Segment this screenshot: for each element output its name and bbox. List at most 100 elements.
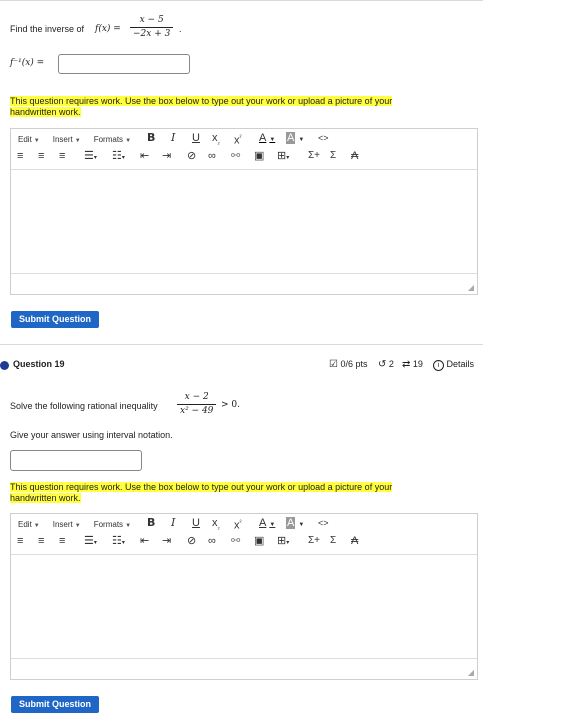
chevron-down-icon: ▼ [125, 522, 132, 529]
q19-work-notice-text: This question requires work. Use the box… [10, 482, 393, 503]
align-left-icon[interactable]: ≡ [17, 534, 23, 548]
bg-color-label: A [286, 132, 296, 144]
bullet-list-icon[interactable]: ☰▾ [84, 149, 97, 165]
q19-editor-body[interactable] [11, 554, 477, 659]
italic-button[interactable]: I [171, 131, 175, 145]
bold-button[interactable]: B [147, 516, 155, 530]
source-code-button[interactable]: <> [318, 131, 329, 145]
unlink-icon[interactable]: ⚯ [231, 534, 240, 548]
bullet-list-icon[interactable]: ☰▾ [84, 534, 97, 550]
sigma-button[interactable]: Σ [330, 149, 336, 163]
link-icon[interactable]: ∞ [208, 149, 216, 163]
outdent-icon[interactable]: ⇤ [140, 534, 149, 548]
italic-button[interactable]: I [171, 516, 175, 530]
sigma-plus-button[interactable]: Σ+ [308, 534, 320, 548]
q19-inequality: > 0. [221, 400, 240, 410]
q19-retries-label: 2 [388, 359, 394, 369]
q19-details-label: Details [446, 359, 475, 369]
q19-attempts-label: 19 [412, 359, 423, 369]
menu-edit[interactable]: Edit ▼ [18, 135, 40, 144]
menu-formats-label: Formats [93, 134, 124, 144]
link-icon[interactable]: ∞ [208, 534, 216, 548]
resize-handle-icon[interactable]: ◢ [468, 668, 474, 677]
q18-answer-label: f⁻¹(x) = [10, 58, 45, 68]
align-center-icon[interactable]: ≡ [38, 149, 44, 163]
font-color-label: A [259, 132, 267, 144]
q19-title: Question 19 [13, 359, 65, 369]
menu-formats-label: Formats [93, 519, 124, 529]
q19-editor-statusbar: ◢ [11, 658, 477, 679]
menu-edit[interactable]: Edit ▼ [18, 520, 40, 529]
underline-button[interactable]: U [192, 131, 200, 145]
chevron-down-icon: ▼ [74, 137, 81, 144]
bold-button[interactable]: B [147, 131, 155, 145]
q18-divider [0, 344, 483, 345]
q18-editor-body[interactable] [11, 169, 477, 274]
unlink-icon[interactable]: ⚯ [231, 149, 240, 163]
sigma-plus-button[interactable]: Σ+ [308, 149, 320, 163]
menu-insert[interactable]: Insert ▼ [53, 520, 81, 529]
numbered-list-icon[interactable]: ☷▾ [112, 149, 125, 165]
align-right-icon[interactable]: ≡ [59, 149, 65, 163]
menu-insert[interactable]: Insert ▼ [53, 135, 81, 144]
subscript-button[interactable]: x₂ [212, 131, 220, 150]
table-icon[interactable]: ⊞▾ [277, 534, 289, 550]
chevron-down-icon: ▼ [269, 522, 276, 528]
attach-icon[interactable]: ⊘ [187, 534, 196, 548]
indent-icon[interactable]: ⇥ [162, 534, 171, 548]
chevron-down-icon: ▼ [74, 522, 81, 529]
chevron-down-icon: ▼ [269, 137, 276, 143]
menu-formats[interactable]: Formats ▼ [94, 135, 131, 144]
align-right-icon[interactable]: ≡ [59, 534, 65, 548]
q19-denominator: x² − 49 [177, 404, 217, 417]
font-color-button[interactable]: A ▼ [259, 131, 275, 147]
accessibility-check-icon[interactable]: ₳ [351, 534, 358, 548]
q18-answer-input[interactable] [58, 54, 190, 74]
sigma-button[interactable]: Σ [330, 534, 336, 548]
q19-fraction: x − 2 x² − 49 [177, 392, 217, 417]
q19-details-link[interactable]: i Details [433, 359, 474, 371]
indent-icon[interactable]: ⇥ [162, 149, 171, 163]
font-color-button[interactable]: A ▼ [259, 516, 275, 532]
q19-instruction: Give your answer using interval notation… [10, 430, 173, 440]
menu-formats[interactable]: Formats ▼ [94, 520, 131, 529]
q19-answer-input[interactable] [10, 450, 142, 471]
q18-work-editor: Edit ▼ Insert ▼ Formats ▼ B I U x₂ x² A ▼ A ▼… [10, 128, 478, 295]
bg-color-button[interactable]: A ▼ [286, 131, 304, 147]
repeat-icon: ⇄ [402, 359, 411, 370]
q19-points: ☑ 0/6 pts [329, 359, 368, 370]
q19-prompt: Solve the following rational inequality [10, 401, 158, 411]
superscript-button[interactable]: x² [234, 131, 242, 148]
bg-color-button[interactable]: A ▼ [286, 516, 304, 532]
q19-work-editor: Edit ▼ Insert ▼ Formats ▼ B I U x₂ x² A ▼ A ▼… [10, 513, 478, 680]
superscript-button[interactable]: x² [234, 516, 242, 533]
chevron-down-icon: ▼ [125, 137, 132, 144]
editor-menubar: Edit ▼ Insert ▼ Formats ▼ [11, 129, 137, 149]
font-color-label: A [259, 517, 267, 529]
q19-work-notice: This question requires work. Use the box… [10, 482, 440, 504]
q18-submit-button[interactable]: Submit Question [11, 311, 99, 328]
outdent-icon[interactable]: ⇤ [140, 149, 149, 163]
q18-work-notice: This question requires work. Use the box… [10, 96, 440, 118]
image-icon[interactable]: ▣ [254, 149, 264, 163]
table-icon[interactable]: ⊞▾ [277, 149, 289, 165]
q19-submit-button[interactable]: Submit Question [11, 696, 99, 713]
chevron-down-icon: ▼ [33, 137, 40, 144]
accessibility-check-icon[interactable]: ₳ [351, 149, 358, 163]
align-left-icon[interactable]: ≡ [17, 149, 23, 163]
attach-icon[interactable]: ⊘ [187, 149, 196, 163]
q19-header: Question 19 ☑ 0/6 pts ↺ 2 ⇄ 19 i Details [0, 357, 480, 373]
q19-points-label: 0/6 pts [340, 359, 368, 369]
source-code-button[interactable]: <> [318, 516, 329, 530]
top-divider [0, 0, 483, 1]
question-status-dot [0, 361, 9, 370]
q18-function-lhs: f(x) = [95, 24, 121, 34]
align-center-icon[interactable]: ≡ [38, 534, 44, 548]
subscript-button[interactable]: x₂ [212, 516, 220, 535]
q19-retries: ↺ 2 [378, 359, 394, 370]
numbered-list-icon[interactable]: ☷▾ [112, 534, 125, 550]
resize-handle-icon[interactable]: ◢ [468, 283, 474, 292]
image-icon[interactable]: ▣ [254, 534, 264, 548]
q19-numerator: x − 2 [184, 392, 209, 402]
underline-button[interactable]: U [192, 516, 200, 530]
